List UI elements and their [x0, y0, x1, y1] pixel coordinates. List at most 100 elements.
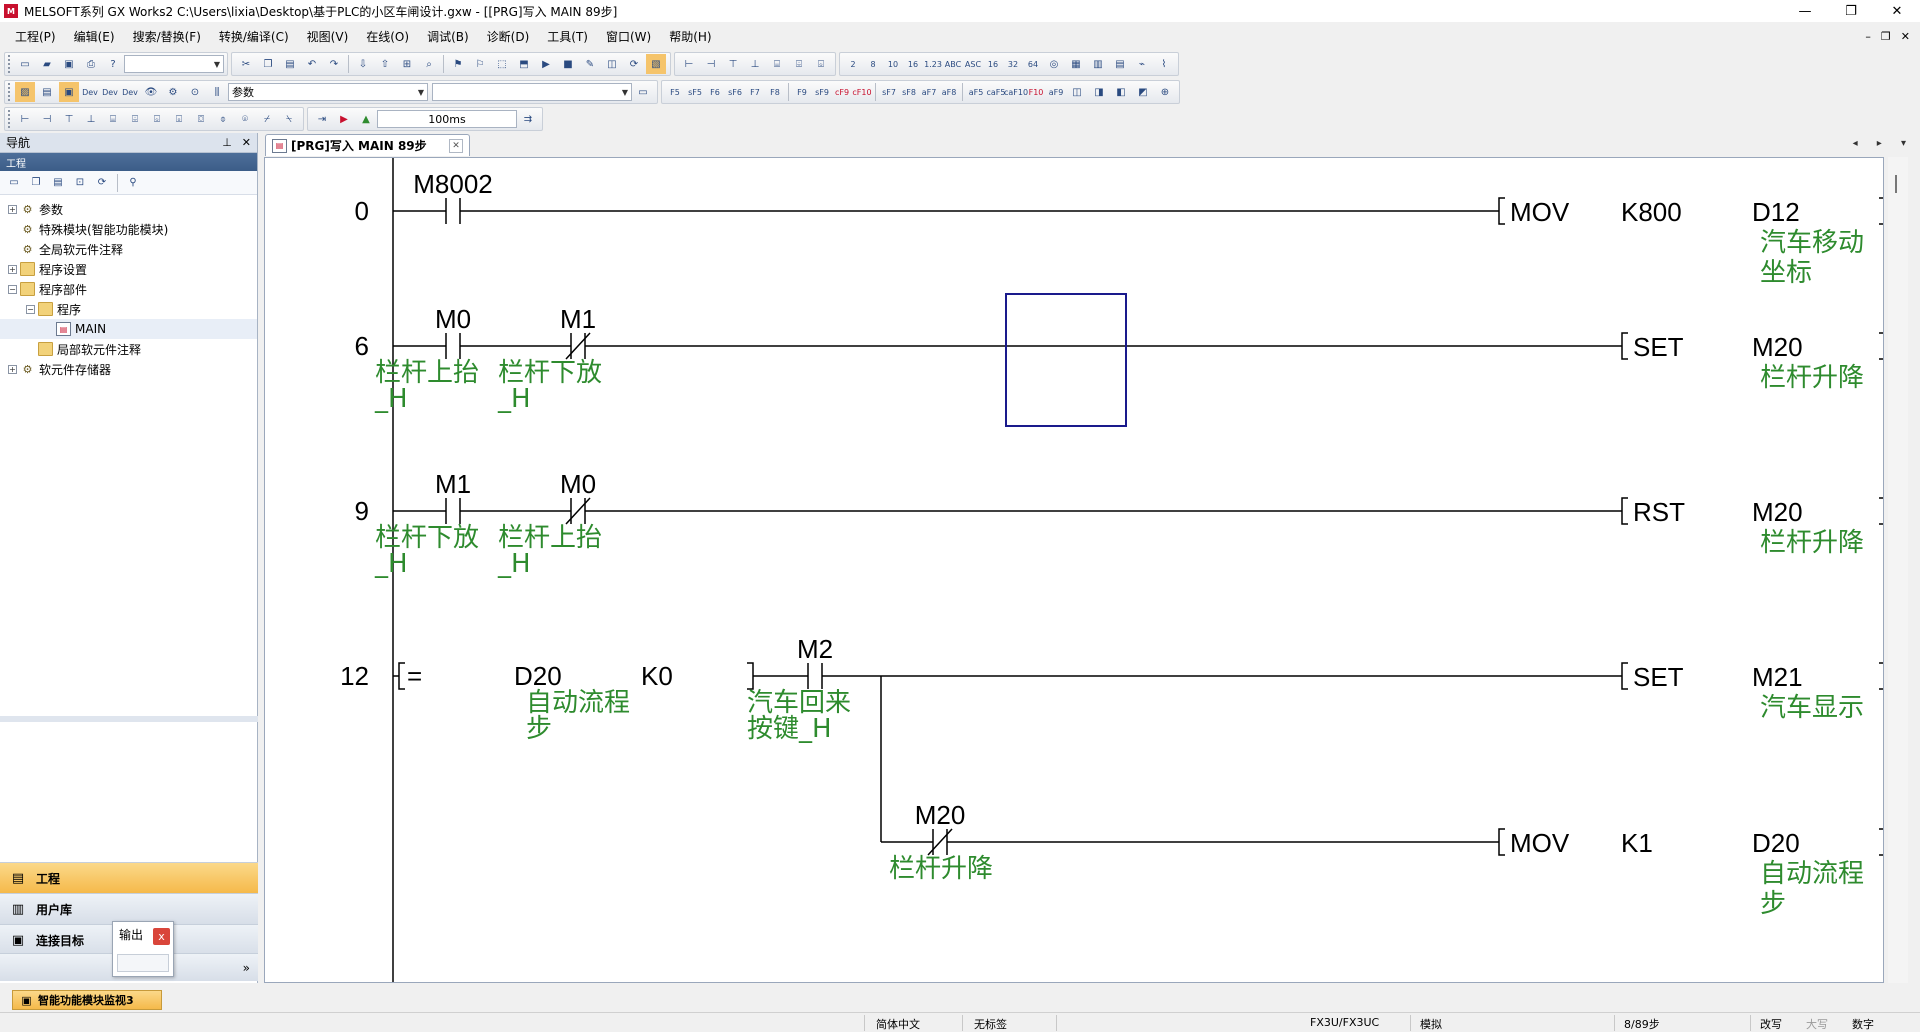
ladder-delete-row-icon[interactable]: ⊣	[701, 54, 721, 74]
tree-item[interactable]: ▤ MAIN	[0, 319, 257, 339]
contact-no[interactable]	[445, 498, 461, 524]
ladder-c-icon[interactable]: ⊤	[59, 109, 79, 129]
tree-item[interactable]: − 程序	[0, 299, 257, 319]
display-2-icon[interactable]: 2	[844, 54, 862, 74]
parallel-open-icon[interactable]: sF5	[686, 82, 704, 102]
parallel-close-icon[interactable]: sF6	[726, 82, 744, 102]
delete-horizontal-icon[interactable]: cF9	[833, 82, 851, 102]
zoom-icon[interactable]: ⊕	[1155, 82, 1175, 102]
ladder-j-icon[interactable]: ⌽	[213, 109, 233, 129]
tree-item[interactable]: ⚙ 全局软元件注释	[0, 239, 257, 259]
redo-icon[interactable]: ↷	[324, 54, 344, 74]
coil-icon[interactable]: F7	[746, 82, 764, 102]
read-mode-icon[interactable]: ◫	[602, 54, 622, 74]
cut-icon[interactable]: ✂	[236, 54, 256, 74]
device-comment-icon[interactable]: ◩	[1133, 82, 1153, 102]
open-folder-icon[interactable]: ▰	[37, 54, 57, 74]
output-window-icon[interactable]: ⚙	[163, 82, 183, 102]
new-file-icon[interactable]: ▭	[15, 54, 35, 74]
run-icon[interactable]: ▶	[334, 109, 354, 129]
editor-tab-close-button[interactable]: ✕	[449, 138, 463, 153]
property-icon[interactable]: ⊡	[71, 174, 89, 192]
rising-pulse-icon[interactable]: sF7	[880, 82, 898, 102]
open-program-icon[interactable]: ▭	[633, 82, 653, 102]
ladder-l-icon[interactable]: ⌿	[257, 109, 277, 129]
mdi-restore-button[interactable]: ❐	[1881, 30, 1891, 43]
ladder-editor[interactable]: 0 M8002 MOV K800 D12 汽车移动 坐标 6 M0 栏杆上抬 _…	[264, 157, 1884, 983]
interval-apply-icon[interactable]: ⇉	[518, 109, 538, 129]
copy-data-icon[interactable]: ❐	[27, 174, 45, 192]
paste-icon[interactable]: ▤	[280, 54, 300, 74]
falling-pulse-icon[interactable]: sF8	[900, 82, 918, 102]
partial-view-icon[interactable]: ⊙	[185, 82, 205, 102]
display-abc-icon[interactable]: ABC	[944, 54, 962, 74]
online-change-icon[interactable]: ⟳	[624, 54, 644, 74]
save-icon[interactable]: ▣	[59, 54, 79, 74]
monitor-interval[interactable]: 100ms	[377, 110, 517, 128]
display-16bit-icon[interactable]: 16	[984, 54, 1002, 74]
note-edit-icon[interactable]: ◧	[1111, 82, 1131, 102]
read-from-plc-icon[interactable]: ⇩	[353, 54, 373, 74]
bottom-window-tab[interactable]: ▣ 智能功能模块监视3	[12, 990, 162, 1010]
ladder-m-icon[interactable]: ⍀	[279, 109, 299, 129]
display-32bit-icon[interactable]: 32	[1004, 54, 1022, 74]
close-contact-icon[interactable]: F6	[706, 82, 724, 102]
tree-expander-icon[interactable]: +	[8, 364, 17, 374]
ladder-delete-col-icon[interactable]: ⊥	[745, 54, 765, 74]
tree-expander-icon[interactable]: −	[8, 284, 17, 294]
write-to-plc-icon[interactable]: ⇧	[375, 54, 395, 74]
contact-no[interactable]	[445, 333, 461, 359]
ladder-insert-row-icon[interactable]: ⊢	[679, 54, 699, 74]
menu-help[interactable]: 帮助(H)	[660, 28, 720, 45]
minimize-button[interactable]: —	[1782, 0, 1828, 22]
open-contact-icon[interactable]: F5	[666, 82, 684, 102]
menu-window[interactable]: 窗口(W)	[597, 28, 660, 45]
tree-item[interactable]: 局部软元件注释	[0, 339, 257, 359]
toolbar-grip[interactable]	[8, 55, 12, 73]
toolbar-grip[interactable]	[8, 83, 12, 101]
display-64bit-icon[interactable]: 64	[1024, 54, 1042, 74]
menu-debug[interactable]: 调试(B)	[418, 28, 478, 45]
scrollbar-thumb[interactable]	[1895, 175, 1897, 193]
ladder-h-icon[interactable]: ⌻	[169, 109, 189, 129]
tree-item[interactable]: + ⚙ 软元件存储器	[0, 359, 257, 379]
line-input-icon[interactable]: caF10	[1004, 82, 1028, 102]
menu-find-replace[interactable]: 搜索/替换(F)	[124, 28, 210, 45]
ladder-insert-col-icon[interactable]: ⊤	[723, 54, 743, 74]
paste-data-icon[interactable]: ▤	[49, 174, 67, 192]
tree-expander-icon[interactable]: +	[8, 204, 17, 214]
menu-online[interactable]: 在线(O)	[357, 28, 418, 45]
print-icon[interactable]: ⎙	[81, 54, 101, 74]
delete-vertical-icon[interactable]: cF10	[852, 82, 871, 102]
param-combo[interactable]: 参数 ▼	[228, 83, 428, 101]
ladder-comment-icon[interactable]: ⌹	[789, 54, 809, 74]
filter-icon[interactable]: ⚲	[124, 174, 142, 192]
ladder-a-icon[interactable]: ⊢	[15, 109, 35, 129]
copy-icon[interactable]: ❐	[258, 54, 278, 74]
mdi-close-button[interactable]: ✕	[1901, 30, 1910, 43]
tree-expander-icon[interactable]: −	[26, 304, 35, 314]
instruction-icon[interactable]: F8	[766, 82, 784, 102]
verify-icon[interactable]: ⊞	[397, 54, 417, 74]
line-delete-icon[interactable]: F10	[1027, 82, 1045, 102]
display-10-icon[interactable]: 10	[884, 54, 902, 74]
restore-button[interactable]: ❐	[1828, 0, 1874, 22]
parallel-falling-icon[interactable]: aF8	[940, 82, 958, 102]
nav-close-icon[interactable]: ✕	[242, 136, 251, 149]
convert-icon[interactable]: ⚑	[448, 54, 468, 74]
ladder-i-icon[interactable]: ⌼	[191, 109, 211, 129]
statement-edit-icon[interactable]: ◨	[1089, 82, 1109, 102]
register-monitor-icon[interactable]: ▤	[1110, 54, 1130, 74]
tree-item[interactable]: + ⚙ 参数	[0, 199, 257, 219]
tree-item[interactable]: − 程序部件	[0, 279, 257, 299]
element-selection-icon[interactable]: ▣	[59, 82, 79, 102]
mdi-minimize-button[interactable]: –	[1865, 30, 1871, 43]
step-icon[interactable]: ⇥	[312, 109, 332, 129]
rebuild-icon[interactable]: ⬒	[514, 54, 534, 74]
display-asc-icon[interactable]: ASC	[964, 54, 982, 74]
nav-tab-project[interactable]: ▤ 工程	[0, 862, 258, 893]
monitor-stop-icon[interactable]: ■	[558, 54, 578, 74]
ladder-f-icon[interactable]: ⌹	[125, 109, 145, 129]
ladder-g-icon[interactable]: ⌺	[147, 109, 167, 129]
pin-icon[interactable]: ⊥	[222, 136, 232, 149]
